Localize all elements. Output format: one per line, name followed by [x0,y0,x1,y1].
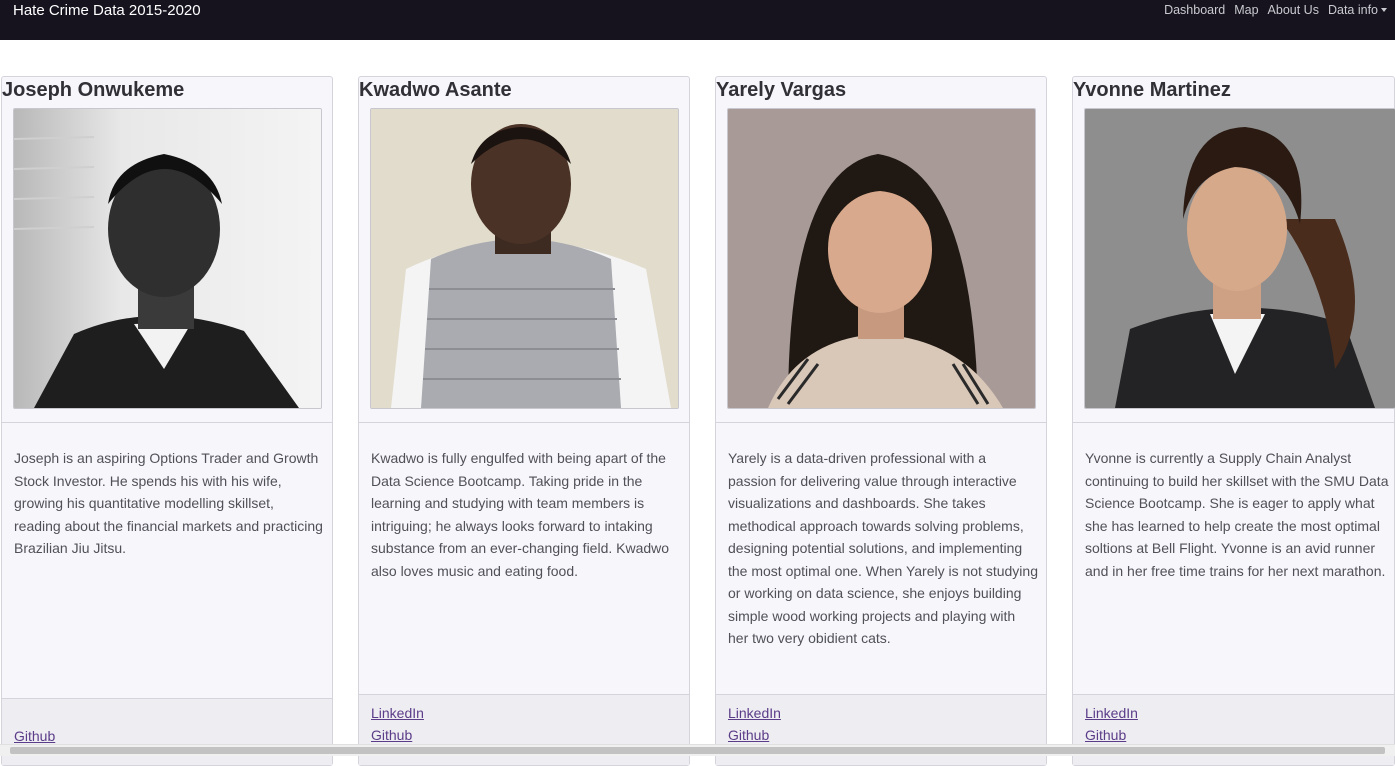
member-bio: Yvonne is currently a Supply Chain Analy… [1085,450,1389,579]
card-divider [2,422,332,423]
member-photo [370,108,679,409]
card-divider [359,422,689,423]
linkedin-link[interactable]: LinkedIn [1085,702,1138,724]
member-bio: Yarely is a data-driven professional wit… [728,450,1038,646]
team-member-card-joseph: Joseph Onwukeme Joseph is an aspiring Op… [1,76,333,766]
top-navbar: Hate Crime Data 2015-2020 Dashboard Map … [0,0,1395,40]
member-bio: Joseph is an aspiring Options Trader and… [14,450,323,556]
member-name: Kwadwo Asante [359,79,512,101]
linkedin-link[interactable]: LinkedIn [371,702,424,724]
nav-link-map[interactable]: Map [1234,3,1258,17]
card-divider [716,422,1046,423]
github-link[interactable]: Github [371,724,424,746]
team-member-card-yvonne: Yvonne Martinez Yvonne is currently a Su… [1072,76,1395,766]
member-name: Yvonne Martinez [1073,79,1231,101]
member-bio: Kwadwo is fully engulfed with being apar… [371,450,670,579]
member-links: LinkedIn Github [1085,702,1138,746]
member-photo [13,108,322,409]
member-links: LinkedIn Github [371,702,424,746]
scrollbar-thumb[interactable] [10,747,1385,754]
member-name: Joseph Onwukeme [2,79,185,101]
nav-link-about-us[interactable]: About Us [1268,3,1319,17]
nav-links: Dashboard Map About Us Data info [1164,3,1387,17]
caret-down-icon [1381,8,1387,12]
team-member-card-yarely: Yarely Vargas Yarely is a data-driven pr… [715,76,1047,766]
linkedin-link[interactable]: LinkedIn [728,702,781,724]
github-link[interactable]: Github [1085,724,1138,746]
team-member-card-kwadwo: Kwadwo Asante Kwadwo is fully engulfed w… [358,76,690,766]
nav-link-dashboard[interactable]: Dashboard [1164,3,1225,17]
member-links: LinkedIn Github [728,702,781,746]
member-name: Yarely Vargas [716,79,847,101]
nav-dropdown-data-info[interactable]: Data info [1328,3,1387,17]
navbar-brand[interactable]: Hate Crime Data 2015-2020 [13,2,201,19]
member-photo [1084,108,1395,409]
github-link[interactable]: Github [728,724,781,746]
member-photo [727,108,1036,409]
dropdown-label: Data info [1327,3,1378,17]
card-divider [1073,422,1394,423]
horizontal-scrollbar[interactable] [0,744,1395,756]
